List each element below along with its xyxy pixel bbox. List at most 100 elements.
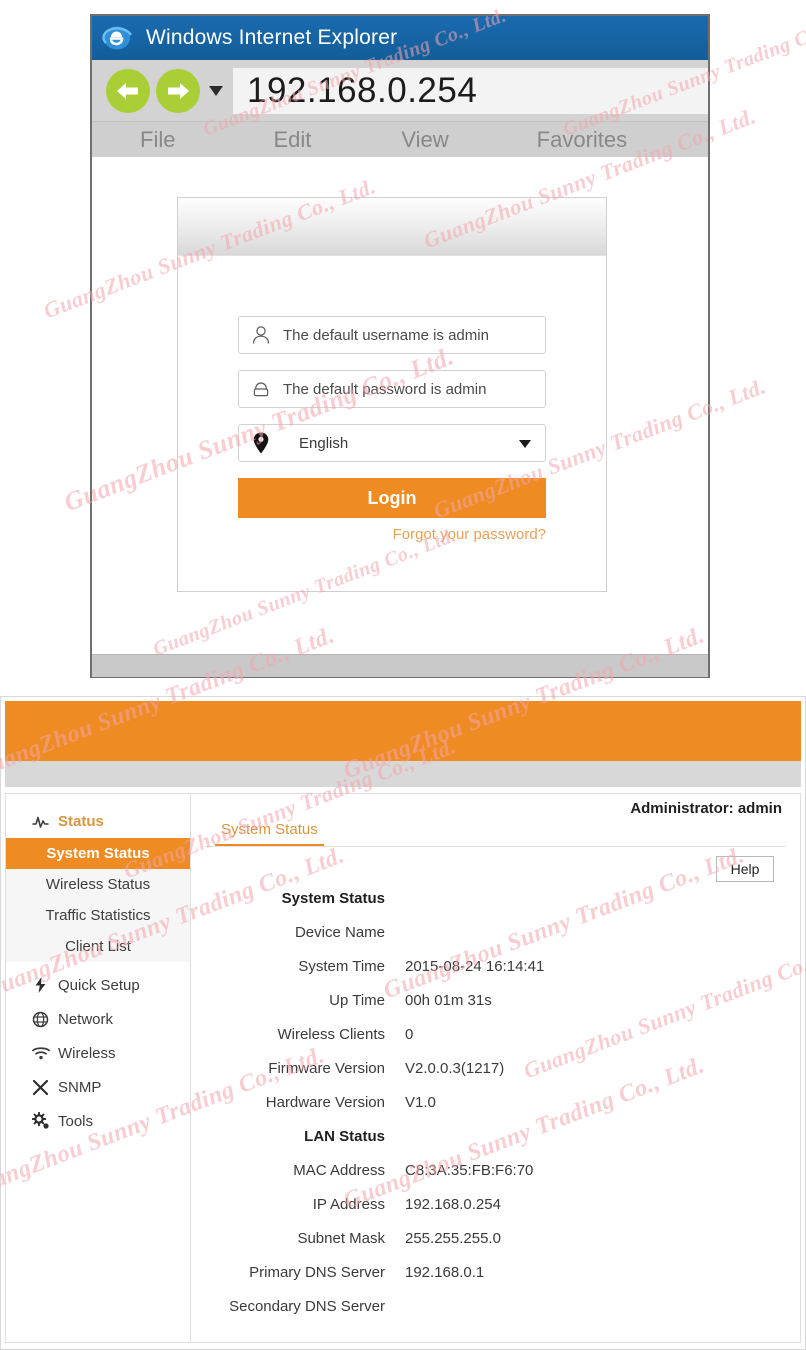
status-value: 2015-08-24 16:14:41: [405, 957, 545, 975]
sidebar-subitem-traffic-statistics[interactable]: Traffic Statistics: [6, 900, 190, 931]
help-button[interactable]: Help: [716, 856, 774, 882]
tabbar: System Status: [205, 817, 786, 847]
lightning-bolt-icon: [32, 976, 58, 994]
menu-view[interactable]: View: [401, 127, 448, 153]
sidebar-label-quick-setup: Quick Setup: [58, 976, 140, 994]
wifi-icon: [32, 1046, 58, 1061]
gears-icon: [32, 1112, 58, 1130]
status-label: IP Address: [312, 1195, 385, 1213]
sidebar-sublabel-wireless-status: Wireless Status: [45, 876, 151, 893]
browser-titlebar: Windows Internet Explorer: [92, 16, 708, 60]
sidebar-sublabel-client-list: Client List: [65, 938, 131, 955]
status-label: System Status: [281, 889, 385, 907]
status-label: LAN Status: [304, 1127, 385, 1145]
password-placeholder: The default password is admin: [283, 380, 487, 398]
sidebar-label-status: Status: [58, 812, 104, 830]
browser-window: Windows Internet Explorer 192.168.0.254 …: [90, 14, 710, 678]
sidebar: Status System Status Wireless Status Tra…: [5, 793, 191, 1343]
status-value: 192.168.0.254: [405, 1195, 501, 1213]
globe-icon: [32, 1011, 58, 1028]
sidebar-label-network: Network: [58, 1010, 114, 1028]
sidebar-sublabel-system-status: System Status: [46, 845, 150, 862]
router-body: Status System Status Wireless Status Tra…: [1, 787, 805, 1347]
status-value: C8:3A:35:FB:F6:70: [405, 1161, 534, 1179]
language-value: English: [299, 434, 349, 452]
forward-arrow-icon[interactable]: [156, 68, 200, 113]
status-value: 192.168.0.1: [405, 1263, 485, 1281]
router-subheader-bar: [5, 761, 801, 787]
status-row: Primary DNS Server 192.168.0.1: [205, 1255, 786, 1289]
status-label: MAC Address: [293, 1161, 385, 1179]
location-pin-icon: [239, 425, 283, 461]
sidebar-subitem-system-status[interactable]: System Status: [6, 838, 190, 869]
status-label: System Time: [298, 957, 385, 975]
language-select[interactable]: English: [238, 424, 546, 462]
status-label: Wireless Clients: [277, 1025, 385, 1043]
status-row: System Time 2015-08-24 16:14:41: [205, 949, 786, 983]
status-row: IP Address 192.168.0.254: [205, 1187, 786, 1221]
status-table: System Status Device Name System Time 20…: [205, 881, 786, 1323]
sidebar-label-snmp: SNMP: [58, 1078, 102, 1096]
login-button[interactable]: Login: [238, 478, 546, 518]
status-value: 00h 01m 31s: [405, 991, 492, 1009]
sidebar-item-quick-setup[interactable]: Quick Setup: [6, 968, 190, 1002]
browser-menubar: File Edit View Favorites: [92, 122, 708, 158]
status-row: Device Name: [205, 915, 786, 949]
status-label: Up Time: [329, 991, 385, 1009]
cross-tools-icon: [32, 1079, 58, 1096]
administrator-label: Administrator: admin: [630, 800, 782, 817]
router-admin-window: Status System Status Wireless Status Tra…: [0, 696, 806, 1350]
browser-statusbar: [92, 654, 708, 677]
sidebar-subitem-wireless-status[interactable]: Wireless Status: [6, 869, 190, 900]
chevron-down-icon[interactable]: [209, 85, 223, 96]
sidebar-label-tools: Tools: [58, 1112, 94, 1130]
status-value: 255.255.255.0: [405, 1229, 501, 1247]
password-field[interactable]: The default password is admin: [238, 370, 546, 408]
sidebar-item-status[interactable]: Status: [6, 804, 190, 838]
sidebar-sublabel-traffic-statistics: Traffic Statistics: [45, 907, 151, 924]
menu-edit[interactable]: Edit: [273, 127, 311, 153]
ie-logo-icon: [100, 21, 134, 55]
status-value: 0: [405, 1025, 414, 1043]
user-icon: [239, 317, 283, 353]
sidebar-item-network[interactable]: Network: [6, 1002, 190, 1036]
address-input[interactable]: 192.168.0.254: [233, 67, 708, 114]
forgot-password-link[interactable]: Forgot your password?: [238, 526, 546, 543]
status-row: Up Time 00h 01m 31s: [205, 983, 786, 1017]
status-row: Firmware Version V2.0.0.3(1217): [205, 1051, 786, 1085]
sidebar-subitem-client-list[interactable]: Client List: [6, 931, 190, 962]
login-panel: The default username is admin The defaul…: [177, 197, 607, 592]
status-label: Firmware Version: [268, 1059, 385, 1077]
caret-down-icon[interactable]: [519, 440, 531, 448]
menu-favorites[interactable]: Favorites: [537, 127, 627, 153]
menu-file[interactable]: File: [140, 127, 175, 153]
sidebar-item-wireless[interactable]: Wireless: [6, 1036, 190, 1070]
status-row: Secondary DNS Server: [205, 1289, 786, 1323]
browser-navbar: 192.168.0.254: [92, 60, 708, 122]
status-label: Primary DNS Server: [249, 1263, 385, 1281]
router-brand-header: [5, 701, 801, 761]
browser-title: Windows Internet Explorer: [146, 26, 398, 49]
sidebar-label-wireless: Wireless: [58, 1044, 116, 1062]
status-row: System Status: [205, 881, 786, 915]
status-value: V2.0.0.3(1217): [405, 1059, 505, 1077]
status-row: MAC Address C8:3A:35:FB:F6:70: [205, 1153, 786, 1187]
lock-icon: [239, 371, 283, 407]
sidebar-item-snmp[interactable]: SNMP: [6, 1070, 190, 1104]
status-label: Hardware Version: [265, 1093, 385, 1111]
status-value: V1.0: [405, 1093, 436, 1111]
username-field[interactable]: The default username is admin: [238, 316, 546, 354]
username-placeholder: The default username is admin: [283, 326, 489, 344]
status-row: Wireless Clients 0: [205, 1017, 786, 1051]
activity-pulse-icon: [32, 813, 58, 830]
back-arrow-icon[interactable]: [106, 68, 150, 113]
status-label: Secondary DNS Server: [229, 1297, 385, 1315]
content-pane: Administrator: admin System Status Help …: [191, 793, 801, 1343]
status-row: Hardware Version V1.0: [205, 1085, 786, 1119]
status-label: Subnet Mask: [297, 1229, 385, 1247]
status-label: Device Name: [294, 923, 385, 941]
tab-system-status[interactable]: System Status: [215, 819, 324, 846]
sidebar-item-tools[interactable]: Tools: [6, 1104, 190, 1138]
browser-viewport: The default username is admin The defaul…: [92, 158, 708, 654]
status-row: LAN Status: [205, 1119, 786, 1153]
